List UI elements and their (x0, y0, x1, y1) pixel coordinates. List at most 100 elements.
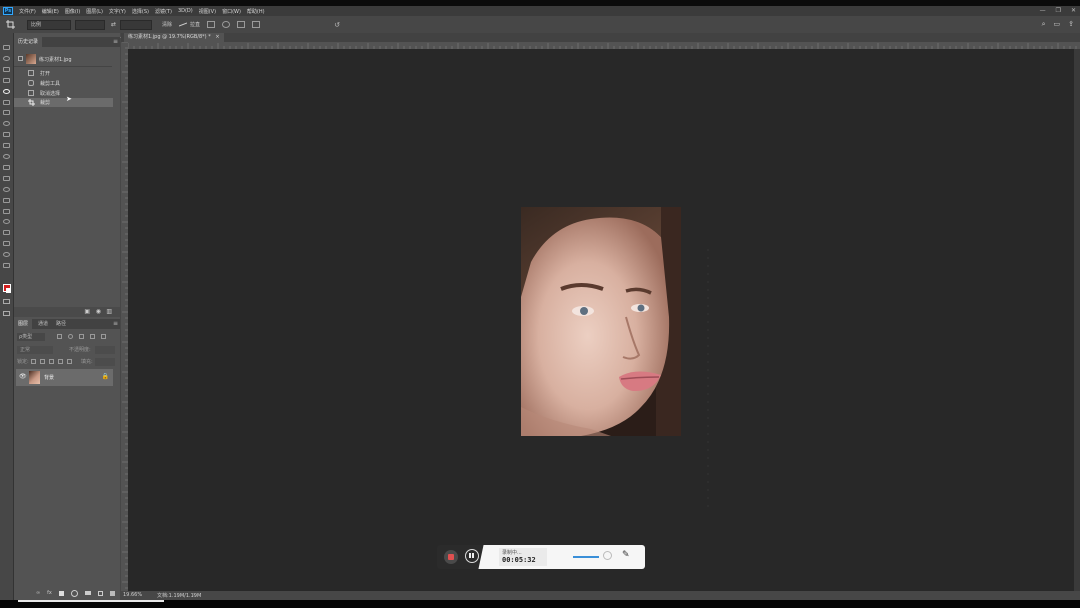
fx-icon[interactable]: fx (47, 590, 52, 596)
height-input[interactable] (120, 19, 153, 30)
lock-pixels-icon[interactable] (31, 359, 36, 364)
history-item-crop-tool[interactable]: 裁剪工具 (14, 79, 112, 88)
search-icon[interactable]: ⌕ (1042, 20, 1046, 29)
ratio-select[interactable]: 比例 (27, 19, 71, 30)
eyedropper-tool-icon[interactable] (3, 99, 10, 105)
menu-edit[interactable]: 编辑(E) (42, 8, 59, 15)
close-tab-icon[interactable]: × (215, 34, 219, 40)
menu-image[interactable]: 图像(I) (65, 8, 80, 15)
shape-filter-icon[interactable] (90, 334, 95, 339)
workspace-icon[interactable]: ▭ (1054, 20, 1061, 29)
close-button[interactable]: ✕ (1071, 7, 1076, 14)
menu-file[interactable]: 文件(F) (19, 8, 36, 15)
volume-slider[interactable] (573, 556, 599, 558)
menu-type[interactable]: 文字(Y) (109, 8, 126, 15)
path-select-tool-icon[interactable] (3, 219, 10, 225)
smart-filter-icon[interactable] (101, 334, 106, 339)
layer-filter-select[interactable]: ρ类型 (17, 333, 45, 341)
screen-mode-icon[interactable] (3, 311, 10, 316)
new-document-from-state-icon[interactable]: ▣ (84, 308, 90, 315)
dodge-tool-icon[interactable] (3, 186, 10, 192)
crop-icon[interactable] (6, 20, 15, 29)
zoom-level[interactable]: 19.66% (123, 592, 142, 598)
adjustment-layer-icon[interactable] (70, 589, 78, 597)
layer-mask-icon[interactable] (58, 590, 64, 596)
lock-move-icon[interactable] (49, 359, 54, 364)
filter-icons[interactable] (57, 334, 113, 340)
type-filter-icon[interactable] (79, 334, 84, 339)
vertical-scrollbar[interactable] (1074, 49, 1080, 591)
history-item-open[interactable]: 打开 (14, 69, 112, 78)
tab-paths[interactable]: 路径 (52, 319, 70, 329)
history-item-deselect[interactable]: 取消选择 (14, 89, 112, 98)
pen-tool-icon[interactable] (3, 197, 10, 203)
stop-record-button[interactable] (444, 550, 458, 564)
adjust-filter-icon[interactable] (68, 334, 73, 339)
type-tool-icon[interactable] (3, 208, 10, 214)
link-layers-icon[interactable]: ∞ (36, 590, 40, 596)
straighten-icon[interactable] (178, 21, 188, 28)
lock-brush-icon[interactable] (40, 359, 45, 364)
stamp-tool-icon[interactable] (3, 132, 10, 138)
folder-icon[interactable] (84, 591, 91, 595)
pixel-filter-icon[interactable] (57, 334, 62, 339)
lock-all-icon[interactable] (67, 359, 72, 364)
history-snapshot[interactable]: 练习素材1.jpg (14, 53, 112, 65)
share-icon[interactable]: ⇪ (1068, 20, 1074, 29)
history-item-crop-active[interactable]: 裁剪 (14, 98, 113, 107)
status-arrow-icon[interactable]: › (193, 592, 195, 598)
menu-window[interactable]: 窗口(W) (222, 8, 241, 15)
new-layer-icon[interactable] (97, 590, 103, 596)
history-brush-tool-icon[interactable] (3, 143, 10, 149)
quick-select-tool-icon[interactable] (3, 77, 10, 83)
eraser-tool-icon[interactable] (3, 154, 10, 159)
trash-icon[interactable]: ▥ (106, 308, 112, 315)
microphone-icon[interactable] (603, 551, 612, 560)
blur-tool-icon[interactable] (3, 175, 10, 181)
healing-tool-icon[interactable] (3, 110, 10, 116)
swap-icon[interactable]: ⇄ (111, 21, 116, 28)
menu-layer[interactable]: 图层(L) (86, 8, 103, 15)
lock-artboard-icon[interactable] (58, 359, 63, 364)
move-tool-icon[interactable] (3, 45, 10, 50)
menu-filter[interactable]: 滤镜(T) (155, 8, 172, 15)
document-tab[interactable]: 练习素材1.jpg @ 19.7%(RGB/8*) * × (124, 33, 224, 42)
more-tools-icon[interactable] (3, 263, 10, 268)
menu-select[interactable]: 选择(S) (132, 8, 149, 15)
pen-annotate-icon[interactable]: ✎ (622, 550, 630, 560)
straighten-button[interactable]: 拉直 (190, 21, 200, 28)
crop-tool-icon[interactable] (3, 88, 10, 94)
reset-icon[interactable]: ↺ (334, 21, 340, 29)
gear-icon[interactable] (222, 21, 231, 28)
tab-history[interactable]: 历史记录 (14, 37, 43, 47)
menu-view[interactable]: 视图(V) (199, 8, 216, 15)
restore-button[interactable]: ❐ (1056, 7, 1061, 14)
layer-row-background[interactable]: 👁 背景 🔒 (16, 369, 113, 386)
gradient-tool-icon[interactable] (3, 164, 10, 170)
quick-mask-icon[interactable] (3, 299, 10, 304)
width-input[interactable] (75, 19, 105, 30)
zoom-tool-icon[interactable] (3, 252, 10, 258)
minimize-button[interactable]: — (1040, 7, 1046, 14)
fill-input[interactable] (95, 358, 115, 366)
marquee-tool-icon[interactable] (3, 55, 10, 61)
trash-icon[interactable] (109, 590, 115, 596)
grid-overlay-icon[interactable] (207, 21, 216, 28)
ruler-vertical[interactable] (121, 42, 128, 592)
content-aware-icon[interactable] (252, 21, 261, 28)
lock-icons[interactable] (31, 359, 72, 364)
clear-button[interactable]: 清除 (162, 21, 172, 28)
eye-icon[interactable]: 👁 (19, 373, 27, 380)
blend-mode-select[interactable]: 正常 (17, 346, 53, 354)
menu-help[interactable]: 帮助(H) (247, 8, 265, 15)
portrait-photo[interactable] (521, 207, 681, 436)
background-color-swatch[interactable] (6, 288, 11, 293)
panel-menu-icon[interactable]: ≡ (113, 38, 118, 45)
opacity-input[interactable] (95, 346, 115, 354)
menu-3d[interactable]: 3D(D) (178, 8, 193, 14)
tab-layers[interactable]: 图层 (14, 319, 33, 329)
panel-menu-icon[interactable]: ≡ (113, 320, 118, 327)
brush-tool-icon[interactable] (3, 121, 10, 127)
hand-tool-icon[interactable] (3, 241, 10, 247)
shape-tool-icon[interactable] (3, 230, 10, 236)
